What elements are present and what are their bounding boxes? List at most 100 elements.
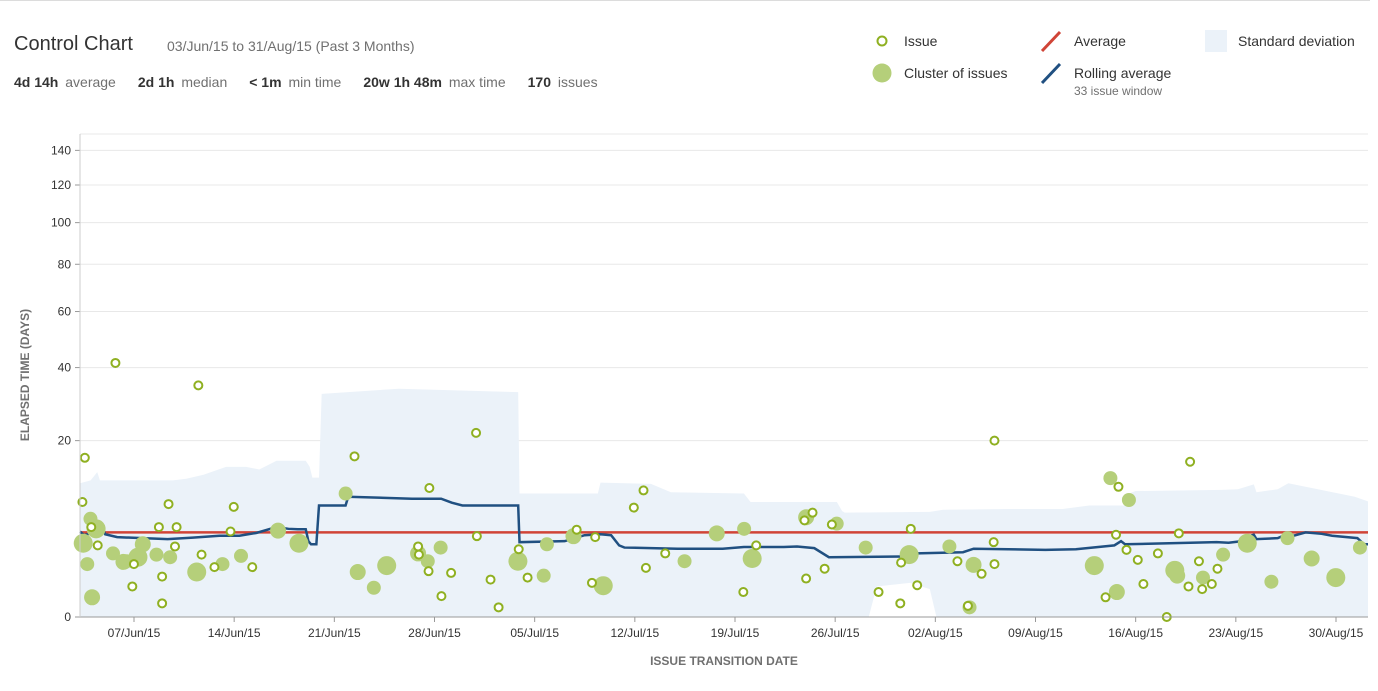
issue-point [807,507,818,518]
cluster-point [1326,568,1346,588]
page-title: Control Chart [14,33,133,55]
issue-point [413,549,424,560]
cluster-point [1108,584,1125,601]
stat-median-value: 2d 1h [137,74,175,90]
stat-min-time: < 1m min time [249,74,341,90]
issue-point [1152,548,1163,559]
stat-issues: 170 issues [528,74,598,90]
cluster-point [377,556,397,576]
x-tick-label: 14/Jun/15 [208,626,261,640]
y-tick-label: 60 [58,305,72,319]
issue-point [247,562,258,573]
x-tick-label: 05/Jul/15 [510,626,559,640]
cluster-point [1169,567,1186,584]
issue-point [1206,579,1217,590]
stat-issues-label: issues [557,74,598,90]
issue-point [522,572,533,583]
issue-point [801,573,812,584]
cluster-point [593,576,613,596]
issue-point [1193,556,1204,567]
cluster-point [349,564,366,581]
cluster-point [742,549,762,569]
stddev-legend-icon [1205,30,1227,52]
cluster-point [163,550,178,565]
cluster-point [73,533,93,553]
issue-point [209,562,220,573]
issue-point [1111,529,1122,540]
cluster-point [1264,574,1279,589]
issue-point [905,523,916,534]
issue-point [436,591,447,602]
cluster-point [539,537,554,552]
cluster-point [708,525,725,542]
issue-point [127,581,138,592]
average-legend-icon [1040,30,1062,53]
y-tick-label: 120 [51,178,71,192]
issue-point [819,563,830,574]
x-tick-label: 16/Aug/15 [1108,626,1163,640]
issue-point [799,515,810,526]
top-border [0,0,1370,1]
legend-cluster[interactable]: Cluster of issues [904,65,1007,81]
issue-point [640,562,651,573]
control-chart[interactable]: 0 20 40 60 80 100 120 140 07/Jun/15 14/Jun/15 21/… [0,120,1378,680]
cluster-point [1237,533,1257,553]
stat-max-time: 20w 1h 48m max time [363,74,505,90]
cluster-point [1303,550,1320,567]
x-tick-label: 07/Jun/15 [108,626,161,640]
legend-average[interactable]: Average [1074,33,1126,49]
cluster-point [134,536,151,553]
legend-issue[interactable]: Issue [904,33,937,49]
x-tick-label: 30/Aug/15 [1309,626,1364,640]
cluster-point [234,548,248,563]
stat-min-time-label: min time [288,74,342,90]
issue-point [873,587,884,598]
legend-stddev[interactable]: Standard deviation [1238,33,1355,49]
cluster-point [1280,531,1295,546]
date-range[interactable]: 03/Jun/15 to 31/Aug/15 (Past 3 Months) [167,38,415,54]
x-tick-label: 12/Jul/15 [610,626,659,640]
cluster-point [366,580,381,595]
x-tick-label: 28/Jun/15 [408,626,461,640]
stat-median: 2d 1h median [138,74,227,90]
x-axis-ticks: 07/Jun/15 14/Jun/15 21/Jun/15 28/Jun/15 05/J… [108,617,1364,640]
y-tick-label: 0 [64,610,71,624]
issue-point [628,502,639,513]
stat-average: 4d 14h average [14,74,116,90]
y-tick-label: 40 [58,361,72,375]
issue-point [1185,456,1196,467]
issue-point [1100,592,1111,603]
issue-point [952,556,963,567]
legend-rolling[interactable]: Rolling average [1074,65,1171,81]
cluster-point [80,557,95,572]
summary-stats: 4d 14h average 2d 1h median < 1m min tim… [14,74,620,90]
issue-point [228,501,239,512]
issue-point [988,537,999,548]
cluster-point [149,547,164,562]
issue-point [1197,584,1208,595]
issue-point [471,531,482,542]
issue-point [225,526,236,537]
issue-point [413,541,424,552]
x-tick-label: 21/Jun/15 [308,626,361,640]
cluster-point [737,521,752,536]
cluster-point [1216,547,1231,562]
y-axis-label: ELAPSED TIME (DAYS) [18,309,32,441]
x-tick-label: 26/Jul/15 [811,626,860,640]
cluster-point [270,522,287,539]
cluster-point [289,533,309,553]
issue-point [1132,554,1143,565]
stat-max-time-label: max time [448,74,506,90]
legend-rolling-window: 33 issue window [1074,84,1163,98]
issue-point [86,522,97,533]
cluster-point [187,562,207,582]
issue-point [424,482,435,493]
stat-max-time-value: 20w 1h 48m [363,74,442,90]
issue-point [169,541,180,552]
cluster-point [1121,493,1136,508]
rolling-legend-icon [1040,62,1062,85]
cluster-point [433,540,448,555]
issue-point [912,580,923,591]
issue-point [976,568,987,579]
issue-point [349,451,360,462]
